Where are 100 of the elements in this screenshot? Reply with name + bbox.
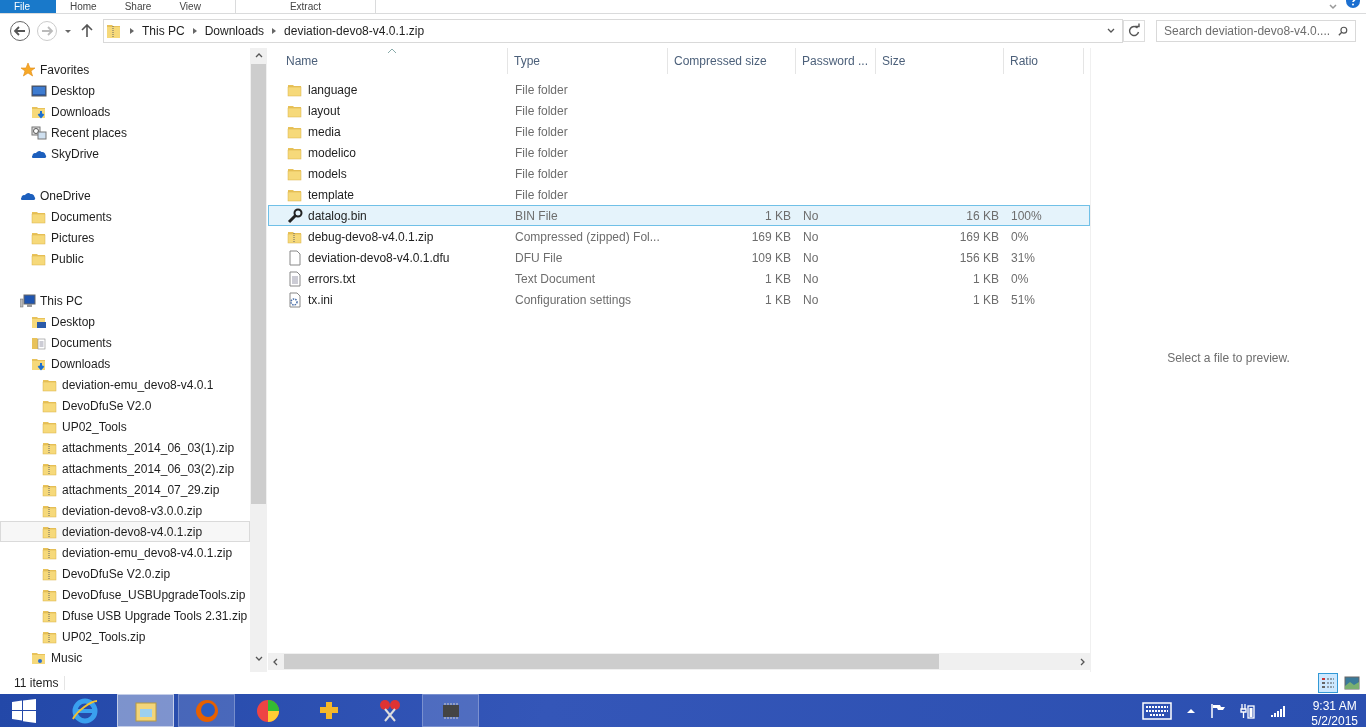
nav-item[interactable]: Music xyxy=(0,647,250,669)
nav-item[interactable]: attachments_2014_06_03(2).zip xyxy=(0,458,250,480)
column-header[interactable]: Size xyxy=(876,48,1004,75)
nav-item[interactable]: Desktop xyxy=(0,80,250,102)
file-row[interactable]: errors.txt Text Document 1 KB No 1 KB 0% xyxy=(268,268,1090,290)
nav-item[interactable]: attachments_2014_07_29.zip xyxy=(0,479,250,501)
nav-item[interactable]: Desktop xyxy=(0,311,250,333)
file-row[interactable]: datalog.bin BIN File 1 KB No 16 KB 100% xyxy=(268,205,1090,227)
zip-folder-icon xyxy=(106,23,122,40)
table-cell: 100% xyxy=(1011,208,1042,223)
clock-date: 5/2/2015 xyxy=(1311,713,1358,727)
nav-item[interactable]: This PC xyxy=(0,290,250,312)
nav-item[interactable]: Recent places xyxy=(0,122,250,144)
start-button[interactable] xyxy=(12,698,36,723)
breadcrumb-arrow-icon[interactable] xyxy=(191,27,198,36)
ribbon-tab[interactable]: File xyxy=(0,0,56,13)
computer-icon xyxy=(20,292,36,309)
nav-item[interactable]: Pictures xyxy=(0,227,250,249)
table-cell: No xyxy=(803,229,819,244)
clock-time: 9:31 AM xyxy=(1312,698,1357,714)
file-row[interactable]: template File folder xyxy=(268,184,1090,206)
nav-item[interactable]: Downloads xyxy=(0,353,250,375)
file-row[interactable]: language File folder xyxy=(268,79,1090,101)
column-header[interactable]: Password ... xyxy=(796,48,876,75)
nav-item[interactable]: Favorites xyxy=(0,59,250,81)
nav-item[interactable]: UP02_Tools.zip xyxy=(0,626,250,648)
battery-icon[interactable] xyxy=(1240,702,1257,719)
address-field[interactable]: This PC Downloads deviation-devo8-v4.0.1.zip xyxy=(103,19,1123,44)
text-file-icon xyxy=(287,270,303,287)
file-name: tx.ini xyxy=(308,292,333,307)
nav-item[interactable]: DevoDfuSe V2.0.zip xyxy=(0,563,250,585)
table-cell: File folder xyxy=(515,166,568,181)
monitor-icon xyxy=(31,82,47,99)
table-cell: File folder xyxy=(515,145,568,160)
breadcrumb-arrow-icon[interactable] xyxy=(129,27,135,36)
taskbar-app-button[interactable] xyxy=(422,694,479,727)
nav-item[interactable]: DevoDfuSe V2.0 xyxy=(0,395,250,417)
ribbon-tab[interactable]: Home xyxy=(56,0,111,13)
table-cell: 51% xyxy=(1011,292,1036,307)
nav-item[interactable]: deviation-emu_devo8-v4.0.1.zip xyxy=(0,542,250,564)
table-cell: 1 KB xyxy=(765,271,791,286)
nav-item[interactable]: UP02_Tools xyxy=(0,416,250,438)
sort-ascending-icon xyxy=(387,48,396,54)
back-button[interactable] xyxy=(9,20,31,43)
nav-item[interactable]: deviation-emu_devo8-v4.0.1 xyxy=(0,374,250,396)
table-cell: 0% xyxy=(1011,271,1029,286)
file-row[interactable]: layout File folder xyxy=(268,100,1090,122)
table-cell: File folder xyxy=(515,124,568,139)
details-view-button[interactable] xyxy=(1318,673,1338,694)
nav-item[interactable]: deviation-devo8-v4.0.1.zip xyxy=(0,521,250,543)
ribbon-tab[interactable]: View xyxy=(165,0,215,13)
column-header[interactable]: Compressed size xyxy=(668,48,796,75)
recent-places-icon xyxy=(31,124,47,141)
file-name: modelico xyxy=(308,145,357,160)
file-row[interactable]: tx.ini Configuration settings 1 KB No 1 KB 51% xyxy=(268,289,1090,311)
column-header[interactable]: Type xyxy=(508,48,668,75)
scrollbar[interactable] xyxy=(250,48,267,673)
file-row[interactable]: media File folder xyxy=(268,121,1090,143)
scrollbar[interactable] xyxy=(268,653,1090,671)
up-arrow-icon[interactable] xyxy=(81,24,93,39)
nav-item[interactable]: Downloads xyxy=(0,101,250,123)
nav-item[interactable]: Documents xyxy=(0,332,250,354)
nav-item[interactable]: SkyDrive xyxy=(0,143,250,165)
file-row[interactable]: models File folder xyxy=(268,163,1090,185)
touch-keyboard-icon[interactable] xyxy=(1142,701,1173,720)
table-cell: No xyxy=(803,292,819,307)
file-name: models xyxy=(308,166,347,181)
file-name: language xyxy=(308,82,358,97)
file-name: deviation-devo8-v4.0.1.dfu xyxy=(308,250,450,265)
flag-icon[interactable] xyxy=(1210,702,1227,719)
nav-item[interactable]: DevoDfuse_USBUpgradeTools.zip xyxy=(0,584,250,606)
breadcrumb-arrow-icon[interactable] xyxy=(271,27,278,36)
file-row[interactable]: modelico File folder xyxy=(268,142,1090,164)
breadcrumb[interactable]: Downloads xyxy=(204,24,265,39)
file-name: errors.txt xyxy=(308,271,356,286)
nav-item[interactable]: deviation-devo8-v3.0.0.zip xyxy=(0,500,250,522)
ribbon-tab[interactable]: Share xyxy=(110,0,166,13)
picture-icon xyxy=(1344,675,1360,692)
search-icon[interactable] xyxy=(1338,26,1348,37)
column-header[interactable]: Name xyxy=(268,48,508,75)
file-row[interactable]: deviation-devo8-v4.0.1.dfu DFU File 109 KB No 156 KB 31% xyxy=(268,247,1090,269)
table-cell: 1 KB xyxy=(765,292,791,307)
breadcrumb[interactable]: This PC xyxy=(142,24,185,39)
table-cell: 1 KB xyxy=(765,208,791,223)
nav-item[interactable]: Public xyxy=(0,248,250,270)
file-row[interactable]: debug-devo8-v4.0.1.zip Compressed (zipped) Fol... 169 KB No 169 KB 0% xyxy=(268,226,1090,248)
file-name: template xyxy=(308,187,355,202)
file-name: layout xyxy=(308,103,341,118)
breadcrumb[interactable]: deviation-devo8-v4.0.1.zip xyxy=(284,24,425,39)
ribbon-tab[interactable]: Extract xyxy=(234,0,376,13)
column-header[interactable]: Ratio xyxy=(1004,48,1084,75)
nav-item[interactable]: Dfuse USB Upgrade Tools 2.31.zip xyxy=(0,605,250,627)
table-cell: 16 KB xyxy=(966,208,999,223)
nav-item[interactable]: OneDrive xyxy=(0,185,250,207)
nav-item[interactable]: Documents xyxy=(0,206,250,228)
search-field[interactable]: Search deviation-devo8-v4.0.... xyxy=(1156,20,1356,43)
clock[interactable]: 9:31 AM 5/2/2015 xyxy=(1311,692,1358,727)
nav-item[interactable]: attachments_2014_06_03(1).zip xyxy=(0,437,250,459)
refresh-button[interactable] xyxy=(1123,20,1145,43)
table-cell: 31% xyxy=(1011,250,1036,265)
